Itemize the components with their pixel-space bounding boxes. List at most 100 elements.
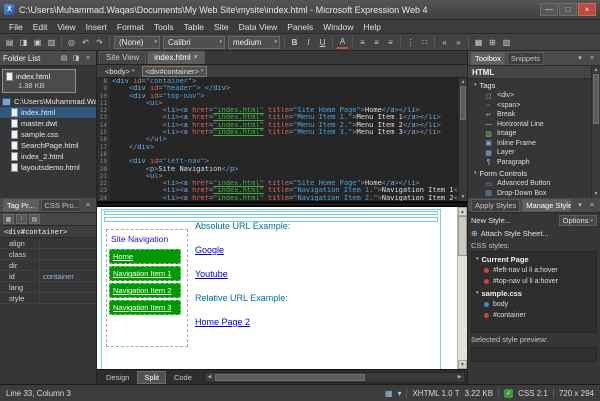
new-page-icon[interactable]: ▤: [59, 53, 69, 63]
close-icon[interactable]: ×: [587, 200, 597, 210]
doctype-indicator[interactable]: XHTML 1.0 T: [412, 389, 459, 398]
italic-icon[interactable]: I: [302, 36, 315, 49]
show-set-properties-icon[interactable]: ▤: [29, 214, 40, 224]
style-rule-container[interactable]: #container: [472, 310, 596, 321]
close-icon[interactable]: ×: [83, 200, 93, 210]
font-color-icon[interactable]: A: [336, 36, 349, 49]
toolbox-item-span[interactable]: ▫<span>: [468, 101, 591, 111]
folder-tree-root[interactable]: C:\Users\Muhammad.Waqas\Do: [0, 96, 96, 107]
tab-apply-styles[interactable]: Apply Styles: [471, 199, 520, 212]
toolbox-item-layer[interactable]: ▦Layer: [468, 148, 591, 158]
code-line[interactable]: 14 <li><a href="index.html" title="Menu …: [97, 122, 458, 129]
scroll-up-icon[interactable]: ▲: [458, 207, 467, 216]
tab-tag-pr[interactable]: Tag Pr...: [3, 199, 39, 212]
alphabetical-sort-icon[interactable]: ↕: [16, 214, 27, 224]
property-value[interactable]: [40, 293, 96, 303]
chevron-down-icon[interactable]: ▾: [575, 200, 585, 210]
header-div-outline[interactable]: [104, 211, 438, 215]
code-line[interactable]: 12 <li><a href="index.html" title="Site …: [97, 107, 458, 114]
design-link-google[interactable]: Google: [195, 245, 224, 255]
scroll-down-icon[interactable]: ▼: [459, 193, 467, 201]
increase-indent-icon[interactable]: »: [452, 36, 465, 49]
property-value[interactable]: container: [40, 271, 96, 281]
tab-site-view[interactable]: Site View: [99, 51, 146, 64]
styles-group-sample-css[interactable]: ▾sample.css: [472, 287, 596, 299]
scrollbar-thumb[interactable]: [593, 74, 599, 124]
code-view[interactable]: 8<div id="container">9 <div id="header">…: [97, 78, 467, 202]
scroll-up-icon[interactable]: ▲: [592, 66, 600, 74]
menu-help[interactable]: Help: [358, 21, 385, 33]
code-line[interactable]: 8<div id="container">: [97, 78, 458, 85]
preview-in-browser-icon[interactable]: ◎: [65, 36, 78, 49]
compatibility-check-icon[interactable]: ✓: [504, 389, 513, 398]
maximize-button[interactable]: □: [559, 3, 577, 16]
tab-manage-styles[interactable]: Manage Styles: [522, 199, 571, 212]
categorized-view-icon[interactable]: ▦: [3, 214, 14, 224]
styles-group-current-page[interactable]: ▾Current Page: [472, 253, 596, 265]
property-value[interactable]: [40, 238, 96, 248]
toolbox-item-inline-frame[interactable]: ▣Inline Frame: [468, 139, 591, 149]
code-line[interactable]: 23 <li><a href="index.html" title="Navig…: [97, 187, 458, 194]
code-line[interactable]: 11 <ul>: [97, 100, 458, 107]
visual-aids-icon[interactable]: ▦: [385, 389, 393, 398]
code-line[interactable]: 17 </div>: [97, 144, 458, 151]
breadcrumb-tag-body[interactable]: <body>▾: [102, 66, 138, 77]
code-line[interactable]: 22 <li><a href="index.html" title="Site …: [97, 180, 458, 187]
new-style-link[interactable]: New Style...: [471, 216, 511, 225]
tag-property-row[interactable]: dir: [0, 260, 96, 271]
code-line[interactable]: 13 <li><a href="index.html" title="Menu …: [97, 114, 458, 121]
align-left-icon[interactable]: ≡: [356, 36, 369, 49]
toolbox-item-div[interactable]: ◻<div>: [468, 91, 591, 101]
style-rule-left-nav-ul-li-a-hover[interactable]: #left-nav ul li a:hover: [472, 265, 596, 276]
property-value[interactable]: [40, 260, 96, 270]
align-center-icon[interactable]: ≡: [370, 36, 383, 49]
new-document-icon[interactable]: ▤: [3, 36, 16, 49]
close-icon[interactable]: ×: [587, 53, 597, 63]
menu-panels[interactable]: Panels: [282, 21, 318, 33]
left-nav-box[interactable]: Site Navigation HomeNavigation Item 1Nav…: [106, 229, 188, 347]
options-dropdown[interactable]: Options▾: [559, 215, 597, 226]
bullet-list-icon[interactable]: ∷: [418, 36, 431, 49]
menu-format[interactable]: Format: [112, 21, 149, 33]
style-rule-top-nav-ul-li-a-hover[interactable]: #top-nav ul li a:hover: [472, 276, 596, 287]
bold-icon[interactable]: B: [288, 36, 301, 49]
code-line[interactable]: 24 <li><a href="index.html" title="Navig…: [97, 195, 458, 201]
design-canvas[interactable]: Site Navigation HomeNavigation Item 1Nav…: [97, 207, 457, 369]
menu-window[interactable]: Window: [318, 21, 358, 33]
insert-table-icon[interactable]: ⊞: [486, 36, 499, 49]
code-line[interactable]: 21 <ul>: [97, 173, 458, 180]
tag-property-row[interactable]: lang: [0, 282, 96, 293]
menu-table[interactable]: Table: [179, 21, 209, 33]
tab-snippets[interactable]: Snippets: [507, 52, 544, 65]
menu-edit[interactable]: Edit: [28, 21, 53, 33]
tab-toolbox[interactable]: Toolbox: [471, 52, 505, 65]
toolbox-item-paragraph[interactable]: ¶Paragraph: [468, 158, 591, 168]
menu-site[interactable]: Site: [209, 21, 234, 33]
insert-picture-icon[interactable]: ▨: [500, 36, 513, 49]
toolbox-group-form-controls[interactable]: ▾Form Controls: [468, 167, 591, 179]
code-line[interactable]: 15 <li><a href="index.html" title="Menu …: [97, 129, 458, 136]
breadcrumb-tag-div-container[interactable]: <div#container>▾: [142, 66, 208, 77]
design-nav-link-navigation-item-1[interactable]: Navigation Item 1: [109, 266, 181, 281]
design-heading-relative-url-example[interactable]: Relative URL Example:: [195, 293, 437, 303]
folder-list-item-sample-css[interactable]: sample.css: [0, 129, 96, 140]
toolbox-item-drop-down-box[interactable]: ▤Drop-Down Box: [468, 189, 591, 199]
minimize-button[interactable]: —: [540, 3, 558, 16]
chevron-down-icon[interactable]: ▾: [397, 389, 401, 398]
menu-file[interactable]: File: [4, 21, 28, 33]
undo-icon[interactable]: ↶: [79, 36, 92, 49]
code-line[interactable]: 9 <div id="header"> </div>: [97, 85, 458, 92]
toolbox-item-advanced-button[interactable]: ▭Advanced Button: [468, 179, 591, 189]
scrollbar-thumb[interactable]: [458, 216, 467, 256]
scroll-left-icon[interactable]: ◀: [205, 373, 214, 382]
code-line[interactable]: 10 <div id="top-nav">: [97, 93, 458, 100]
toolbox-group-tags[interactable]: ▾Tags: [468, 79, 591, 91]
save-icon[interactable]: ▣: [31, 36, 44, 49]
style-rule-body[interactable]: body: [472, 299, 596, 310]
menu-insert[interactable]: Insert: [81, 21, 112, 33]
scroll-down-icon[interactable]: ▼: [458, 360, 467, 369]
font-size-dropdown[interactable]: medium▾: [228, 36, 280, 49]
folder-list-item-index-2-html[interactable]: index_2.html: [0, 151, 96, 162]
borders-icon[interactable]: ▦: [472, 36, 485, 49]
css-schema[interactable]: CSS 2.1: [518, 389, 548, 398]
